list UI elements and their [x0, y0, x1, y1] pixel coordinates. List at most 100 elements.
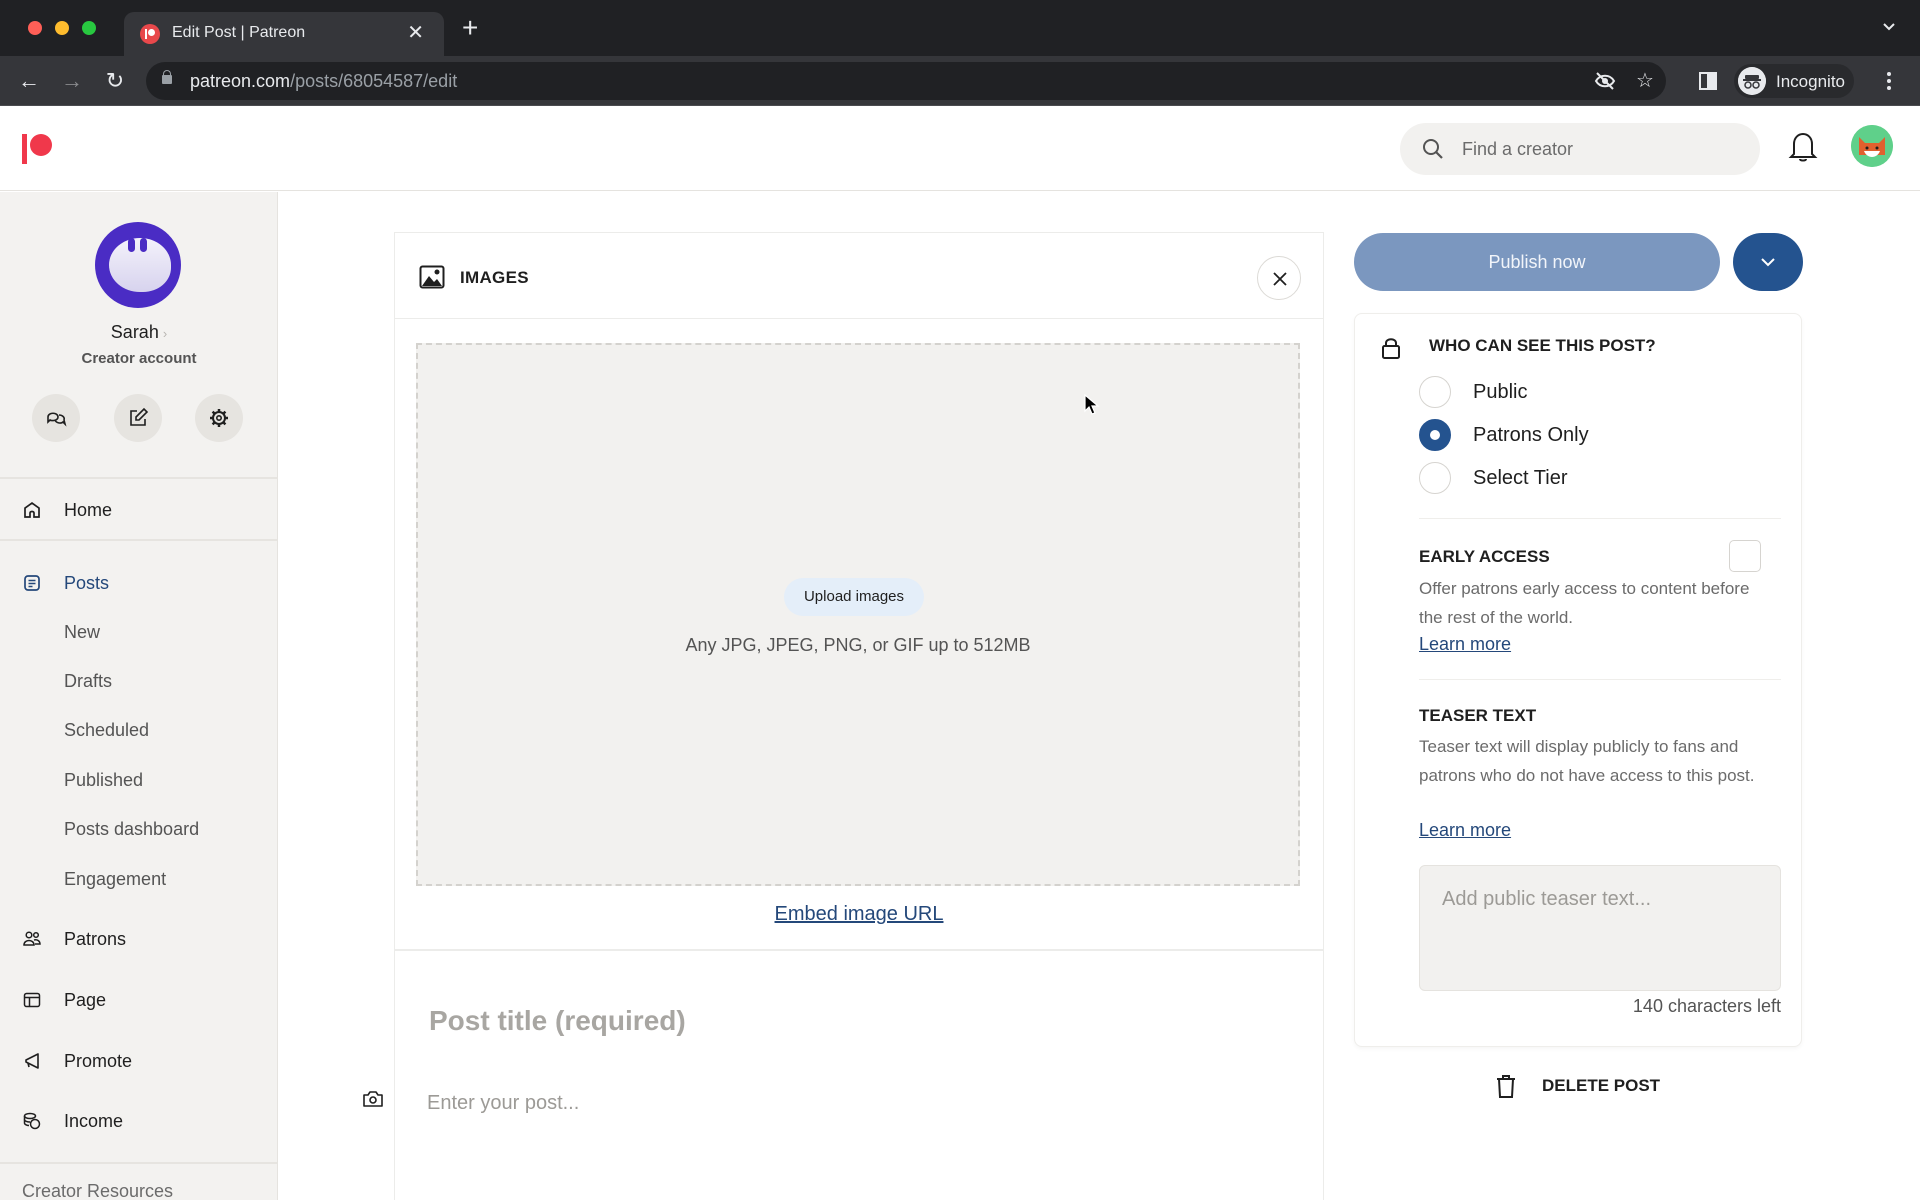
sidebar-divider	[0, 539, 277, 541]
browser-menu-icon[interactable]	[1886, 70, 1892, 92]
tab-title: Edit Post | Patreon	[172, 24, 306, 41]
sidebar-subitem-posts-dashboard[interactable]: Posts dashboard	[64, 819, 199, 840]
post-title-input[interactable]	[429, 997, 1289, 1045]
creator-avatar[interactable]	[95, 222, 181, 308]
chevron-down-icon	[1761, 258, 1775, 267]
browser-tab[interactable]: Edit Post | Patreon ✕	[124, 12, 444, 56]
images-section-title: IMAGES	[460, 268, 529, 287]
tracking-eye-off-icon[interactable]	[1594, 70, 1616, 92]
chevron-right-icon: ›	[162, 326, 168, 341]
posts-document-icon	[24, 575, 40, 591]
notifications-bell-icon[interactable]	[1788, 130, 1818, 164]
trash-icon	[1497, 1075, 1515, 1098]
new-tab-button[interactable]: +	[462, 14, 478, 42]
visibility-title: WHO CAN SEE THIS POST?	[1429, 336, 1656, 355]
patreon-logo[interactable]	[20, 134, 56, 170]
sidebar: Sarah › Creator account Home Posts New Dr…	[0, 192, 278, 1200]
forward-arrow-icon[interactable]: →	[57, 66, 87, 96]
teaser-text-title: TEASER TEXT	[1419, 706, 1537, 725]
url-text[interactable]: patreon.com/posts/68054587/edit	[190, 71, 457, 92]
camera-icon[interactable]	[362, 1088, 384, 1110]
income-coins-icon	[23, 1112, 41, 1130]
sidebar-item-income[interactable]: Income	[0, 1101, 277, 1141]
user-avatar[interactable]	[1851, 125, 1893, 167]
window-close-button[interactable]	[28, 21, 42, 35]
card-divider	[1419, 679, 1781, 680]
creator-resources-link[interactable]: Creator Resources	[22, 1181, 173, 1200]
settings-button[interactable]	[195, 394, 243, 442]
upload-hint-text: Any JPG, JPEG, PNG, or GIF up to 512MB	[685, 635, 1031, 655]
lock-icon	[1382, 338, 1400, 359]
post-editor: IMAGES Upload images Any JPG, JPEG, PNG,…	[394, 232, 1324, 1200]
embed-image-url-link[interactable]: Embed image URL	[395, 903, 1323, 926]
sidebar-subitem-published[interactable]: Published	[64, 770, 143, 791]
images-section-header: IMAGES	[395, 233, 1323, 319]
teaser-chars-left: 140 characters left	[1632, 996, 1781, 1016]
megaphone-icon	[25, 1053, 39, 1069]
early-access-checkbox[interactable]	[1729, 540, 1761, 572]
side-panel-icon[interactable]	[1699, 72, 1717, 90]
close-icon	[1273, 272, 1287, 286]
early-access-title: EARLY ACCESS	[1419, 547, 1550, 566]
page-layout-icon	[23, 992, 41, 1008]
incognito-profile-button[interactable]: Incognito	[1734, 64, 1854, 98]
profile-name-link[interactable]: Sarah ›	[0, 322, 278, 343]
editor-divider	[395, 949, 1323, 951]
sidebar-subitem-scheduled[interactable]: Scheduled	[64, 720, 149, 741]
search-input[interactable]	[1462, 123, 1742, 175]
back-arrow-icon[interactable]: ←	[14, 66, 44, 96]
teaser-text-description: Teaser text will display publicly to fan…	[1419, 737, 1755, 785]
visibility-radio-patrons-only[interactable]: Patrons Only	[1419, 419, 1589, 453]
patreon-favicon-icon	[140, 24, 160, 44]
bookmark-star-icon[interactable]: ☆	[1636, 70, 1658, 92]
sidebar-subitem-engagement[interactable]: Engagement	[64, 869, 166, 890]
publish-options-button[interactable]	[1733, 233, 1803, 291]
account-type-label: Creator account	[81, 350, 197, 367]
delete-post-button[interactable]: DELETE POST	[1490, 1068, 1690, 1102]
search-icon	[1423, 139, 1443, 159]
sidebar-item-patrons[interactable]: Patrons	[0, 919, 277, 959]
app-header	[0, 106, 1920, 191]
sidebar-subitem-new[interactable]: New	[64, 622, 100, 643]
sidebar-item-home[interactable]: Home	[0, 490, 277, 530]
publish-now-button[interactable]: Publish now	[1354, 233, 1720, 291]
visibility-radio-select-tier[interactable]: Select Tier	[1419, 462, 1567, 496]
reload-icon[interactable]: ↻	[100, 66, 130, 96]
upload-images-button[interactable]: Upload images	[784, 578, 924, 616]
home-icon	[24, 501, 40, 518]
teaser-learn-more-link[interactable]: Learn more	[1419, 820, 1511, 841]
incognito-label: Incognito	[1776, 72, 1845, 91]
patrons-people-icon	[23, 931, 41, 946]
post-body-input[interactable]	[427, 1083, 1287, 1123]
search-box[interactable]	[1400, 123, 1760, 175]
chat-bubbles-icon	[47, 412, 67, 427]
browser-tab-bar: Edit Post | Patreon ✕ +	[0, 0, 1920, 56]
window-minimize-button[interactable]	[55, 21, 69, 35]
close-images-button[interactable]	[1257, 256, 1301, 300]
create-post-button[interactable]	[114, 394, 162, 442]
image-dropzone[interactable]: Upload images Any JPG, JPEG, PNG, or GIF…	[416, 343, 1300, 886]
secure-lock-icon	[162, 70, 172, 84]
sidebar-subitem-drafts[interactable]: Drafts	[64, 671, 112, 692]
card-divider	[1419, 518, 1781, 519]
sidebar-divider	[0, 477, 277, 479]
edit-icon	[130, 407, 149, 426]
tab-close-icon[interactable]: ✕	[407, 21, 424, 45]
gear-icon	[210, 409, 228, 427]
teaser-text-input[interactable]	[1419, 865, 1781, 991]
sidebar-item-page[interactable]: Page	[0, 980, 277, 1020]
early-access-learn-more-link[interactable]: Learn more	[1419, 634, 1511, 655]
address-bar[interactable]: patreon.com/posts/68054587/edit ☆	[146, 62, 1666, 100]
sidebar-divider	[0, 1162, 277, 1164]
sidebar-item-posts[interactable]: Posts	[0, 563, 277, 603]
incognito-icon	[1738, 67, 1766, 95]
messages-button[interactable]	[32, 394, 80, 442]
early-access-description: Offer patrons early access to content be…	[1419, 579, 1750, 627]
visibility-radio-public[interactable]: Public	[1419, 376, 1527, 410]
sidebar-item-promote[interactable]: Promote	[0, 1041, 277, 1081]
image-icon	[419, 265, 445, 289]
tab-list-chevron-icon[interactable]	[1882, 20, 1896, 34]
window-maximize-button[interactable]	[82, 21, 96, 35]
browser-toolbar: ← → ↻ patreon.com/posts/68054587/edit ☆ …	[0, 56, 1920, 106]
post-settings-card: WHO CAN SEE THIS POST? Public Patrons On…	[1354, 313, 1802, 1047]
